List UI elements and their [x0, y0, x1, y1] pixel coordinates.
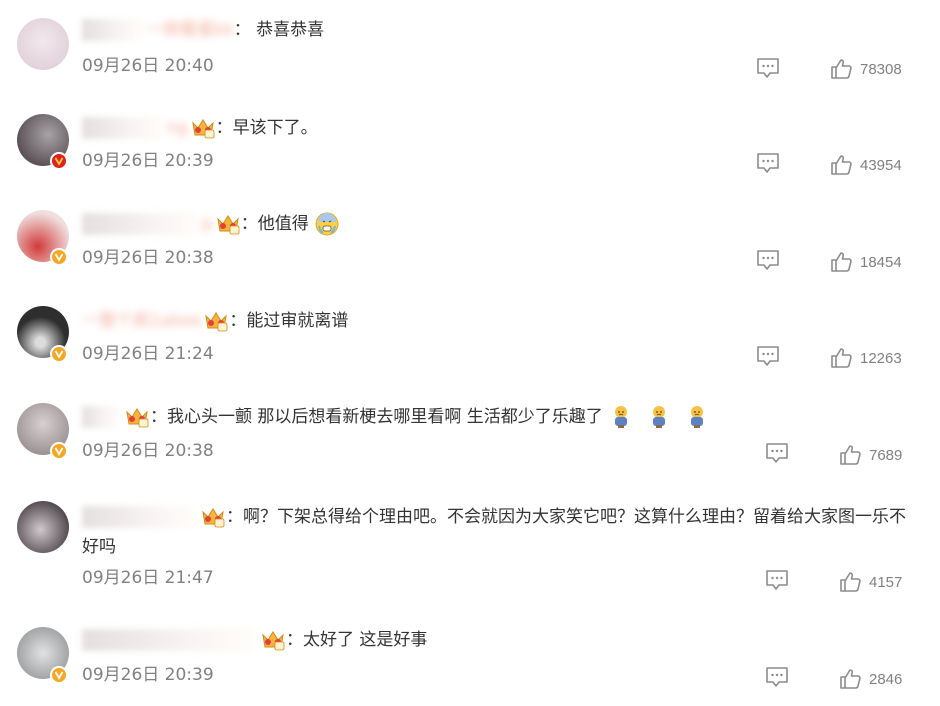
like-count: 12263	[860, 349, 902, 367]
reply-icon[interactable]	[765, 666, 789, 688]
like-button[interactable]: 7689	[839, 443, 902, 467]
like-button[interactable]: 18454	[830, 250, 902, 274]
verified-badge	[50, 442, 68, 460]
v-icon	[54, 671, 64, 680]
sad-doll-emoji	[614, 406, 627, 428]
cold-sweat-emoji	[315, 212, 339, 236]
avatar[interactable]	[17, 18, 69, 70]
colon: ：	[150, 407, 167, 427]
thumbs-up-icon	[840, 572, 861, 592]
reply-icon[interactable]	[756, 345, 780, 367]
username[interactable]: 一倒霉蛋kk	[146, 20, 234, 40]
comment-text: 太好了 这是好事	[303, 630, 428, 650]
username[interactable]: 一整个疯1akee	[82, 311, 201, 331]
thumbs-up-icon	[831, 252, 852, 272]
verified-badge	[50, 666, 68, 684]
comment-header: ：太好了 这是好事	[82, 628, 427, 652]
reply-icon[interactable]	[765, 442, 789, 464]
like-count: 4157	[869, 573, 903, 591]
colon: ：	[233, 20, 257, 40]
like-button[interactable]: 78308	[830, 57, 902, 81]
reply-icon[interactable]	[756, 57, 780, 79]
v-icon	[54, 447, 64, 456]
like-count: 18454	[860, 253, 902, 271]
comment-header: ：我心头一颤 那以后想看新梗去哪里看啊 生活都少了乐趣了	[82, 405, 709, 429]
comment-header: p ：他值得	[82, 212, 339, 236]
crown-badge-icon	[202, 508, 225, 528]
v-icon	[54, 253, 64, 262]
comment-header: 一整个疯1akee ：能过审就离谱	[82, 309, 348, 333]
reply-icon[interactable]	[756, 249, 780, 271]
v-icon	[54, 350, 64, 359]
crown-badge-icon	[205, 312, 228, 332]
like-button[interactable]: 43954	[830, 153, 902, 177]
like-count: 7689	[869, 446, 903, 464]
thumbs-up-icon	[840, 445, 861, 465]
v-icon	[54, 157, 64, 166]
timestamp: 09月26日 20:40	[82, 56, 214, 76]
verified-badge	[50, 152, 68, 170]
like-button[interactable]: 2846	[839, 667, 902, 691]
colon: ：	[226, 507, 243, 527]
comment-text: 他值得	[257, 214, 309, 234]
timestamp: 09月26日 21:24	[82, 344, 214, 364]
username[interactable]: p	[202, 214, 213, 234]
timestamp: 09月26日 20:38	[82, 248, 214, 268]
comment-header: ：啊？下架总得给个理由吧。不会就因为大家笑它吧？这算什么理由？留着给大家图一乐不…	[82, 502, 908, 562]
like-count: 43954	[860, 156, 902, 174]
thumbs-up-icon	[831, 348, 852, 368]
reply-icon[interactable]	[756, 152, 780, 174]
comment-text: 恭喜恭喜	[256, 20, 325, 40]
sad-doll-emoji	[690, 406, 703, 428]
colon: ：	[215, 118, 233, 138]
timestamp: 09月26日 20:38	[82, 441, 214, 461]
thumbs-up-icon	[831, 155, 852, 175]
avatar[interactable]	[17, 501, 69, 553]
colon: ：	[229, 311, 247, 331]
crown-badge-icon	[262, 631, 285, 651]
reply-icon[interactable]	[765, 569, 789, 591]
comment-header: 一倒霉蛋kk： 恭喜恭喜	[82, 18, 324, 42]
thumbs-up-icon	[840, 669, 861, 689]
sad-doll-emoji	[652, 406, 665, 428]
comment-text: 早该下了。	[232, 118, 318, 138]
colon: ：	[240, 214, 258, 234]
like-count: 78308	[860, 60, 902, 78]
comment-header: ng ：早该下了。	[82, 116, 318, 140]
like-button[interactable]: 4157	[839, 570, 902, 594]
comment-text: 我心头一颤 那以后想看新梗去哪里看啊 生活都少了乐趣了	[167, 407, 603, 427]
timestamp: 09月26日 20:39	[82, 151, 214, 171]
like-button[interactable]: 12263	[830, 346, 902, 370]
like-count: 2846	[869, 670, 903, 688]
verified-badge	[50, 345, 68, 363]
verified-badge	[50, 248, 68, 266]
username[interactable]: ng	[166, 118, 188, 138]
crown-badge-icon	[217, 215, 240, 235]
timestamp: 09月26日 20:39	[82, 665, 214, 685]
comment-text: 能过审就离谱	[246, 311, 349, 331]
timestamp: 09月26日 21:47	[82, 568, 214, 588]
thumbs-up-icon	[831, 59, 852, 79]
colon: ：	[286, 630, 303, 650]
crown-badge-icon	[126, 408, 149, 428]
crown-badge-icon	[191, 119, 214, 139]
